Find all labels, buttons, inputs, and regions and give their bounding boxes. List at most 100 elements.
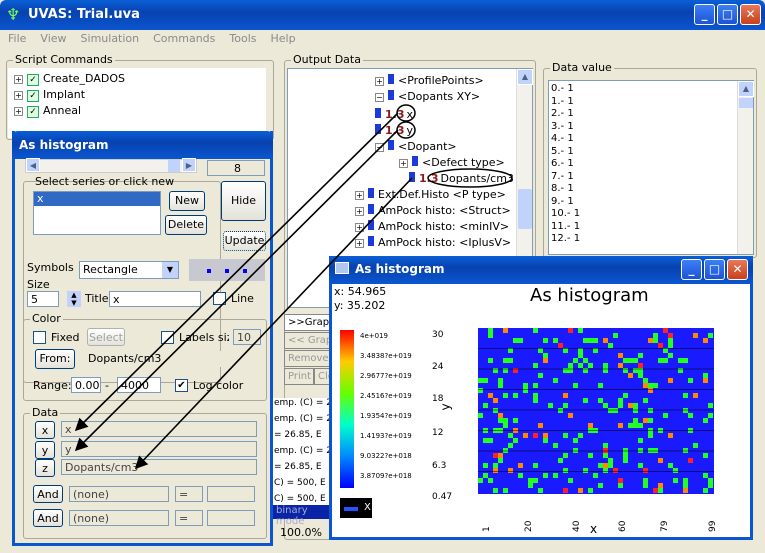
range-min-field[interactable]: 0.00 (71, 377, 101, 393)
fixed-checkbox[interactable] (33, 331, 46, 344)
heatmap-cell (693, 333, 698, 338)
heatmap-cell (683, 478, 688, 483)
output-tree-item[interactable]: 1.3 Dopants/cm3 (409, 172, 514, 185)
data-value-row: 4.- 1 (551, 133, 574, 144)
heatmap-cell (528, 478, 533, 483)
data-value-row: 12.- 1 (551, 233, 581, 244)
output-tree-item[interactable]: + <Defect type> (399, 156, 505, 169)
hist-close-icon[interactable]: ✕ (727, 259, 748, 280)
heatmap-cell (558, 408, 563, 413)
heatmap-cell (658, 483, 663, 488)
heatmap-cell (628, 358, 633, 363)
data-value-row: 2.- 1 (551, 108, 574, 119)
new-button[interactable]: New (169, 191, 205, 211)
heatmap-cell (673, 478, 678, 483)
menu-tools[interactable]: Tools (229, 32, 256, 45)
title-field[interactable]: x (109, 291, 201, 307)
menu-view[interactable]: View (40, 32, 66, 45)
labels-size-checkbox[interactable] (161, 331, 174, 344)
and1-value-select[interactable] (207, 486, 255, 502)
line-label: Line (231, 292, 254, 305)
size-spinner[interactable]: ▲ ▼ (67, 291, 81, 307)
y-button[interactable]: y (35, 441, 55, 459)
x-button[interactable]: x (35, 421, 55, 439)
heatmap-cell (638, 438, 643, 443)
range-max-field[interactable]: 4000 (117, 377, 161, 393)
select-color-button[interactable]: Select (87, 328, 125, 346)
and2-op-select[interactable]: = (175, 510, 203, 526)
heatmap-cell (553, 443, 558, 448)
dialog-title: As histogram (19, 138, 109, 152)
heatmap-cell (483, 463, 488, 468)
log-color-checkbox[interactable]: ✔ (175, 379, 188, 392)
and1-field: (none) (69, 486, 169, 502)
output-tree-item[interactable]: 1.3 x (375, 108, 413, 121)
script-commands-tree[interactable]: + ✓ Create_DADOS + ✓ Implant + ✓ Anneal (8, 68, 266, 138)
heatmap-cell (493, 463, 498, 468)
and2-value-select[interactable] (207, 510, 255, 526)
output-button-3[interactable]: Print (284, 368, 314, 385)
heatmap-cell (478, 378, 483, 383)
script-command-item[interactable]: + ✓ Implant (14, 88, 85, 102)
heatmap-cell (618, 483, 623, 488)
line-checkbox[interactable] (213, 292, 226, 305)
maximize-icon[interactable]: □ (717, 4, 738, 25)
heatmap-cell (503, 423, 508, 428)
output-tree-item[interactable]: + Ext.Def.Histo <P type> (355, 188, 506, 201)
hide-button[interactable]: Hide (221, 181, 266, 221)
menu-file[interactable]: File (8, 32, 26, 45)
histogram-title-bar: As histogram _ □ ✕ (329, 256, 753, 284)
and1-op-select[interactable]: = (175, 486, 203, 502)
labels-size-field[interactable]: 10 (233, 329, 261, 345)
output-tree-item[interactable]: 1.3 y (375, 124, 413, 137)
heatmap-cell (493, 488, 498, 493)
series-item-x[interactable]: x (34, 192, 160, 206)
dialog-scrollbar[interactable]: ◀ ▶ (25, 158, 197, 173)
menu-commands[interactable]: Commands (153, 32, 215, 45)
value-marker: 1.3 (385, 108, 405, 121)
data-value-scrollbar[interactable]: ▲ (737, 81, 754, 254)
z-button[interactable]: z (35, 459, 55, 477)
output-tree-item[interactable]: + AmPock histo: <minIV> (355, 220, 509, 233)
heatmap-cell (488, 478, 493, 483)
heatmap-cell (488, 393, 493, 398)
update-button[interactable]: Update (223, 231, 266, 251)
heatmap-cell (603, 453, 608, 458)
heatmap-cell (608, 463, 613, 468)
and2-button[interactable]: And (33, 509, 63, 527)
heatmap-cell (658, 358, 663, 363)
heatmap-cell (598, 463, 603, 468)
script-command-item[interactable]: + ✓ Anneal (14, 104, 81, 118)
heatmap-cell (643, 398, 648, 403)
hist-minimize-icon[interactable]: _ (681, 259, 702, 280)
size-field[interactable]: 5 (27, 291, 59, 307)
x-tick-label: 20 (524, 520, 534, 532)
menu-help[interactable]: Help (271, 32, 296, 45)
output-tree-item[interactable]: + AmPock histo: <IplusV> (355, 236, 511, 249)
output-tree-item[interactable]: + <ProfilePoints> (375, 74, 484, 87)
heatmap-cell (583, 468, 588, 473)
delete-button[interactable]: Delete (165, 215, 207, 235)
heatmap-cell (523, 433, 528, 438)
heatmap-cell (708, 403, 713, 408)
output-tree-item[interactable]: − <Dopants XY> (375, 90, 480, 103)
heatmap-cell (598, 398, 603, 403)
script-command-item[interactable]: + ✓ Create_DADOS (14, 72, 125, 86)
status-zoom: 100.0% (280, 526, 322, 539)
heatmap-cell (673, 468, 678, 473)
hist-maximize-icon[interactable]: □ (704, 259, 725, 280)
heatmap-cell (533, 478, 538, 483)
from-button[interactable]: From: (35, 349, 75, 369)
output-tree-item[interactable]: − <Dopant> (375, 140, 457, 153)
heatmap-cell (553, 338, 558, 343)
output-tree-item[interactable]: + AmPock histo: <Struct> (355, 204, 511, 217)
heatmap-cell (518, 473, 523, 478)
symbol-dropdown-icon[interactable]: ▼ (162, 262, 178, 278)
heatmap-cell (603, 363, 608, 368)
minimize-icon[interactable]: _ (694, 4, 715, 25)
status-binary-mode: binary mode (272, 505, 336, 527)
close-icon[interactable]: ✕ (740, 4, 761, 25)
and1-button[interactable]: And (33, 485, 63, 503)
and2-field: (none) (69, 510, 169, 526)
menu-simulation[interactable]: Simulation (81, 32, 140, 45)
